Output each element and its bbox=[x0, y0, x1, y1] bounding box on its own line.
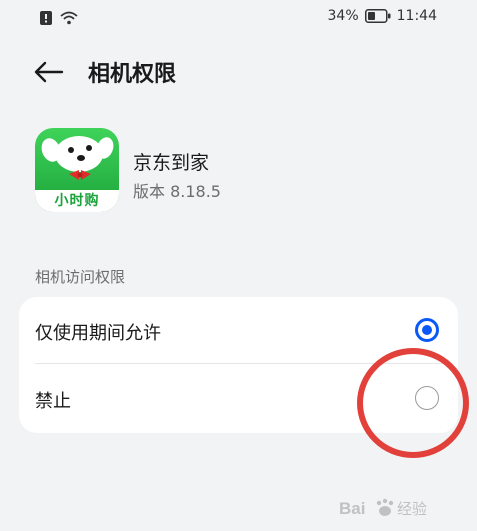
header: 相机权限 bbox=[0, 52, 477, 92]
watermark-logo: Bai 经验 bbox=[339, 495, 449, 521]
battery-percent: 34% bbox=[327, 8, 359, 24]
dog-mascot-icon bbox=[41, 136, 114, 180]
radio-button-checked[interactable] bbox=[415, 318, 439, 342]
radio-button-unchecked[interactable] bbox=[415, 386, 439, 410]
app-version: 版本 8.18.5 bbox=[133, 182, 221, 201]
app-name: 京东到家 bbox=[133, 152, 210, 174]
notification-icon bbox=[40, 10, 52, 29]
status-left-icons bbox=[40, 10, 78, 29]
battery-icon bbox=[364, 9, 391, 23]
divider bbox=[35, 363, 442, 364]
app-icon-label: 小时购 bbox=[35, 190, 119, 212]
clock: 11:44 bbox=[396, 8, 437, 24]
option-label: 禁止 bbox=[35, 391, 71, 412]
back-arrow-icon bbox=[34, 61, 64, 83]
svg-text:经验: 经验 bbox=[397, 500, 427, 518]
option-label: 仅使用期间允许 bbox=[35, 323, 161, 344]
svg-text:Bai: Bai bbox=[339, 499, 365, 518]
wifi-icon bbox=[60, 10, 78, 29]
section-label: 相机访问权限 bbox=[35, 268, 126, 286]
option-deny[interactable]: 禁止 bbox=[19, 365, 458, 431]
status-right: 34% 11:44 bbox=[328, 8, 437, 24]
back-button[interactable] bbox=[32, 58, 66, 86]
option-allow-while-using[interactable]: 仅使用期间允许 bbox=[19, 297, 458, 363]
status-bar: 34% 11:44 bbox=[0, 0, 477, 36]
permission-page: 34% 11:44 相机权限 小时购 京东到家 版本 8.18.5 相机访问权限… bbox=[0, 0, 477, 531]
app-icon: 小时购 bbox=[35, 128, 119, 212]
page-title: 相机权限 bbox=[88, 62, 177, 87]
permission-options-card: 仅使用期间允许 禁止 bbox=[19, 297, 458, 433]
